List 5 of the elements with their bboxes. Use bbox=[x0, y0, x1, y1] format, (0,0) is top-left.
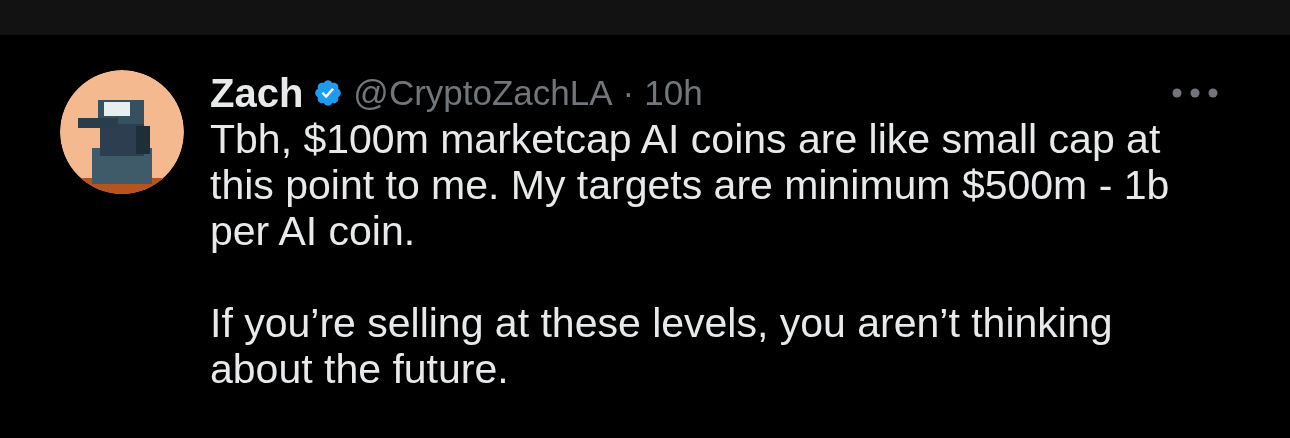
verified-badge-icon bbox=[313, 78, 344, 108]
post-text: If you’re selling at these levels, you aren’t thinking about the future. bbox=[210, 300, 1114, 392]
avatar[interactable] bbox=[60, 70, 184, 194]
more-icon bbox=[1172, 88, 1218, 98]
separator: · bbox=[622, 71, 635, 114]
